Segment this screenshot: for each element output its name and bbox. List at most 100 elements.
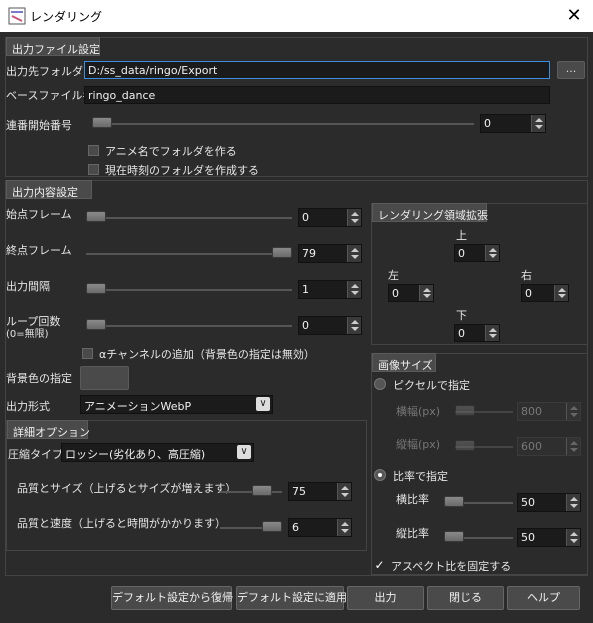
close-icon[interactable]: ✕ (560, 2, 588, 30)
output-folder-input[interactable]: D:/ss_data/ringo/Export (84, 61, 550, 79)
ratio-size-label: 比率で指定 (393, 470, 448, 483)
seq-start-label: 連番開始番号 (6, 119, 72, 132)
left-stepper[interactable]: 0 (388, 284, 434, 302)
stepper-arrows-icon[interactable] (554, 285, 568, 301)
width-px-stepper: 800 (517, 402, 581, 421)
width-ratio-slider-thumb[interactable] (444, 496, 464, 507)
stepper-arrows-icon[interactable] (347, 245, 361, 262)
basename-label: ベースファイル名 (6, 89, 94, 102)
interval-stepper[interactable]: 1 (298, 280, 362, 299)
stepper-arrows-icon[interactable] (337, 483, 351, 500)
interval-slider[interactable] (86, 289, 292, 291)
width-px-slider-thumb (455, 405, 475, 416)
restore-default-button[interactable]: デフォルト設定から復帰 (111, 586, 233, 610)
start-frame-slider-thumb[interactable] (86, 211, 106, 222)
bottom-label: 下 (456, 309, 467, 322)
bg-color-swatch[interactable] (80, 366, 129, 390)
render-area-header: レンダリング領域拡張 (372, 203, 488, 222)
seq-start-slider-thumb[interactable] (92, 117, 112, 128)
height-ratio-value: 50 (521, 531, 535, 544)
loop-count-sublabel: (0=無限) (6, 329, 49, 340)
quality-size-slider-thumb[interactable] (252, 485, 272, 496)
format-select-value: アニメーションWebP (84, 400, 192, 413)
pixel-size-radio[interactable] (374, 378, 386, 390)
seq-start-slider[interactable] (92, 123, 474, 125)
quality-speed-label: 品質と速度（上げると時間がかかります） (17, 517, 226, 530)
top-stepper[interactable]: 0 (454, 244, 500, 262)
left-label: 左 (388, 269, 399, 282)
height-ratio-stepper[interactable]: 50 (517, 528, 581, 547)
alpha-channel-label: αチャンネルの追加（背景色の指定は無効） (99, 348, 315, 361)
aspect-lock-checkbox[interactable]: ✓ (374, 559, 385, 571)
loop-count-slider-thumb[interactable] (86, 319, 106, 330)
help-button[interactable]: ヘルプ (507, 586, 580, 610)
aspect-lock-label: アスペクト比を固定する (391, 560, 512, 573)
right-stepper[interactable]: 0 (521, 284, 569, 302)
width-ratio-label: 横比率 (396, 493, 429, 506)
format-select[interactable]: アニメーションWebP ∨ (80, 395, 273, 414)
stepper-arrows-icon[interactable] (347, 281, 361, 298)
top-value: 0 (458, 247, 465, 260)
apply-default-button[interactable]: デフォルト設定に適用 (236, 586, 347, 610)
right-label: 右 (521, 269, 532, 282)
height-ratio-slider-thumb[interactable] (444, 531, 464, 542)
output-file-group (5, 37, 588, 177)
interval-value: 1 (302, 283, 309, 296)
alpha-channel-checkbox[interactable] (82, 348, 93, 359)
seq-start-stepper[interactable]: 0 (480, 114, 546, 133)
basename-input[interactable]: ringo_dance (84, 86, 550, 104)
end-frame-slider[interactable] (86, 253, 292, 255)
pixel-size-label: ピクセルで指定 (393, 379, 470, 392)
quality-speed-stepper[interactable]: 6 (288, 518, 352, 537)
quality-size-label: 品質とサイズ（上げるとサイズが増えます） (17, 482, 237, 495)
title-bar: レンダリング ✕ (0, 0, 593, 32)
image-size-header: 画像サイズ (372, 353, 436, 372)
output-button[interactable]: 出力 (347, 586, 424, 610)
start-frame-slider[interactable] (86, 217, 292, 219)
start-frame-stepper[interactable]: 0 (298, 208, 362, 227)
interval-slider-thumb[interactable] (86, 283, 106, 294)
quality-size-value: 75 (292, 485, 306, 498)
time-folder-label: 現在時刻のフォルダを作成する (105, 164, 259, 177)
loop-count-value: 0 (302, 319, 309, 332)
stepper-arrows-icon[interactable] (485, 245, 499, 261)
output-file-header: 出力ファイル設定 (6, 37, 100, 56)
start-frame-label: 始点フレーム (6, 208, 72, 221)
top-label: 上 (456, 229, 467, 242)
stepper-arrows-icon[interactable] (347, 209, 361, 226)
quality-speed-slider-thumb[interactable] (262, 521, 282, 532)
close-button[interactable]: 閉じる (427, 586, 504, 610)
width-px-label: 横幅(px) (396, 405, 441, 418)
chevron-down-icon[interactable]: ∨ (237, 445, 251, 459)
compress-select[interactable]: ロッシー(劣化あり、高圧縮) ∨ (61, 443, 254, 462)
stepper-arrows-icon[interactable] (347, 317, 361, 334)
stepper-arrows-icon (566, 403, 580, 420)
seq-start-value: 0 (484, 117, 491, 130)
loop-count-slider[interactable] (86, 325, 292, 327)
loop-count-stepper[interactable]: 0 (298, 316, 362, 335)
anime-folder-checkbox[interactable] (88, 145, 99, 156)
end-frame-label: 終点フレーム (6, 244, 72, 257)
format-label: 出力形式 (6, 400, 50, 413)
render-app-icon (8, 7, 26, 25)
time-folder-checkbox[interactable] (88, 164, 99, 175)
chevron-down-icon[interactable]: ∨ (256, 397, 270, 411)
quality-speed-value: 6 (292, 521, 299, 534)
bottom-stepper[interactable]: 0 (454, 324, 500, 342)
height-ratio-label: 縦比率 (396, 527, 429, 540)
stepper-arrows-icon[interactable] (337, 519, 351, 536)
ratio-size-radio[interactable] (374, 469, 386, 481)
width-ratio-stepper[interactable]: 50 (517, 493, 581, 512)
browse-button[interactable]: ... (557, 61, 585, 79)
stepper-arrows-icon[interactable] (485, 325, 499, 341)
end-frame-slider-thumb[interactable] (272, 247, 292, 258)
stepper-arrows-icon[interactable] (566, 529, 580, 546)
end-frame-value: 79 (302, 247, 316, 260)
quality-size-slider[interactable] (220, 491, 282, 493)
stepper-arrows-icon[interactable] (531, 115, 545, 132)
stepper-arrows-icon[interactable] (566, 494, 580, 511)
anime-folder-label: アニメ名でフォルダを作る (105, 145, 237, 158)
end-frame-stepper[interactable]: 79 (298, 244, 362, 263)
stepper-arrows-icon[interactable] (419, 285, 433, 301)
quality-size-stepper[interactable]: 75 (288, 482, 352, 501)
